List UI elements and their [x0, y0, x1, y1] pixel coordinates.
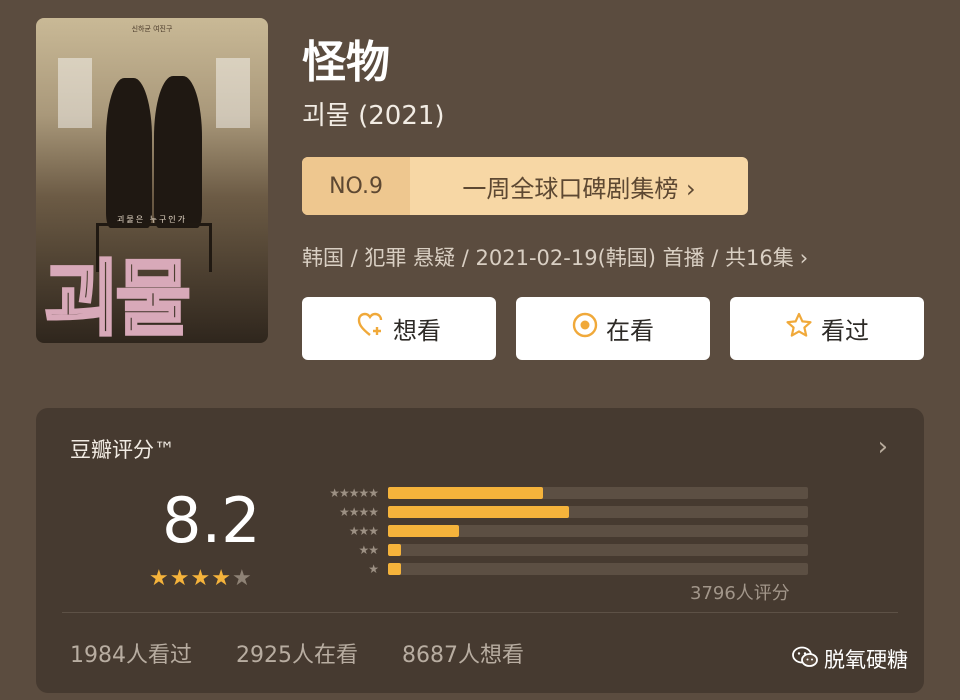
rating-bar-track — [388, 487, 808, 499]
star-empty-icon: ★ — [231, 566, 253, 591]
star-level-icon: ★★ — [358, 543, 379, 557]
star-level-icon: ★★★★★ — [329, 486, 379, 500]
star-filled-icon: ★ — [149, 566, 170, 591]
rating-title: 豆瓣评分™ — [70, 438, 175, 462]
rating-bar-fill — [388, 506, 569, 518]
star-level-icon: ★★★★ — [338, 505, 379, 519]
meta-text: 韩国 / 犯罪 悬疑 / 2021-02-19(韩国) 首播 / 共16集 — [302, 246, 794, 270]
poster-logo: 괴물 — [43, 252, 193, 343]
rating-bar-track — [388, 506, 808, 518]
rating-stars: ★★★★★ — [149, 566, 253, 591]
rating-distribution: ★★★★★ ★★★★ ★★★ ★★ ★ — [294, 486, 814, 586]
rating-row-1-star: ★ — [294, 562, 808, 576]
chevron-right-icon: › — [799, 246, 809, 270]
rank-label: 一周全球口碑剧集榜 › — [462, 174, 696, 203]
watched-label: 看过 — [821, 317, 869, 345]
rating-score: 8.2 — [162, 484, 261, 557]
want-label: 想看 — [393, 317, 441, 345]
want-to-watch-button[interactable]: 想看 — [302, 297, 496, 360]
rating-row-2-star: ★★ — [294, 543, 808, 557]
want-count: 8687人想看 — [402, 643, 524, 668]
watching-label: 在看 — [606, 317, 654, 345]
poster-window — [216, 58, 250, 128]
show-title: 怪物 — [302, 37, 390, 88]
poster-figure — [154, 76, 202, 228]
divider — [62, 612, 898, 613]
rank-number: NO.9 — [302, 157, 410, 215]
watching-count: 2925人在看 — [236, 643, 358, 668]
watermark-text: 脱氧硬糖 — [824, 648, 908, 672]
watched-count: 1984人看过 — [70, 643, 192, 668]
watermark: 脱氧硬糖 — [792, 644, 908, 674]
target-icon — [572, 312, 598, 345]
rating-bar-track — [388, 544, 808, 556]
show-subtitle: 괴물 (2021) — [302, 101, 445, 131]
poster-image[interactable]: 신하균 여진구 괴물은 누구인가 괴물 — [36, 18, 268, 343]
rating-bar-track — [388, 525, 808, 537]
rating-count: 3796人评分 — [690, 583, 790, 604]
watching-button[interactable]: 在看 — [516, 297, 710, 360]
rating-bar-fill — [388, 525, 460, 537]
heart-plus-icon — [357, 312, 385, 345]
douban-rating-card[interactable]: 豆瓣评分™ › 8.2 ★★★★★ ★★★★★ ★★★★ ★★★ ★★ ★ 3796人评… — [36, 408, 924, 693]
chevron-right-icon[interactable]: › — [878, 432, 888, 462]
star-outline-icon — [785, 312, 813, 345]
rating-row-5-star: ★★★★★ — [294, 486, 808, 500]
poster-figure — [106, 78, 152, 228]
poster-top-text: 신하균 여진구 — [131, 25, 173, 33]
rating-bar-fill — [388, 563, 401, 575]
show-meta[interactable]: 韩国 / 犯罪 悬疑 / 2021-02-19(韩国) 首播 / 共16集 › — [302, 242, 808, 272]
wechat-icon — [792, 646, 818, 673]
star-level-icon: ★★★ — [348, 524, 379, 538]
star-level-icon: ★ — [368, 562, 379, 576]
rating-bar-track — [388, 563, 808, 575]
star-filled-icon: ★ — [211, 566, 232, 591]
ranking-banner[interactable]: NO.9 一周全球口碑剧集榜 › — [302, 157, 748, 215]
rating-row-4-star: ★★★★ — [294, 505, 808, 519]
star-filled-icon: ★ — [190, 566, 212, 591]
watched-button[interactable]: 看过 — [730, 297, 924, 360]
rating-bar-fill — [388, 544, 401, 556]
poster-window — [58, 58, 92, 128]
star-filled-icon: ★ — [169, 566, 191, 591]
rating-bar-fill — [388, 487, 544, 499]
rating-row-3-star: ★★★ — [294, 524, 808, 538]
poster-tagline: 괴물은 누구인가 — [116, 215, 188, 224]
